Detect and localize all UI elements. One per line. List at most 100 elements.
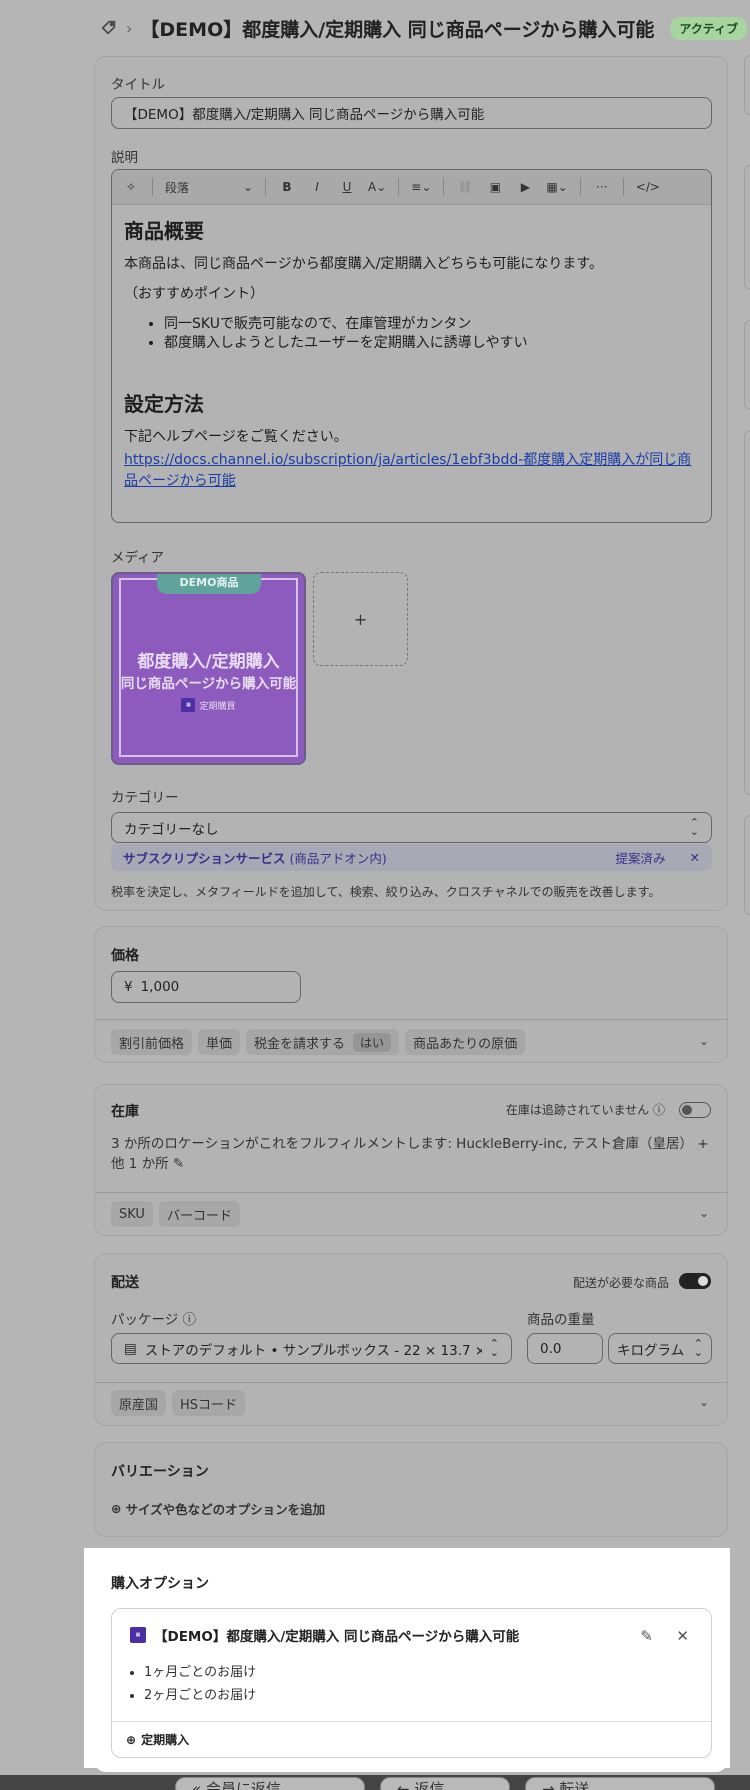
chevron-down-icon: ⌄	[242, 180, 253, 194]
align-icon[interactable]: ≡⌄	[411, 177, 431, 197]
category-suggestion[interactable]: サブスクリプションサービス (商品アドオン内) 提案済み ✕	[111, 844, 712, 871]
purchase-option-group: ▦ 【DEMO】都度購入/定期購入 同じ商品ページから購入可能 ✎ ✕ 1ヶ月ご…	[111, 1608, 712, 1758]
underline-icon[interactable]: U	[338, 177, 356, 197]
code-icon[interactable]: </>	[636, 177, 660, 197]
unit-price-chip[interactable]: 単価	[198, 1029, 241, 1055]
pencil-icon[interactable]: ✎	[640, 1627, 653, 1645]
price-chips: 割引前価格 単価 税金を請求する はい 商品あたりの原価	[111, 1029, 531, 1055]
title-input[interactable]: 【DEMO】都度購入/定期購入 同じ商品ページから購入可能	[111, 97, 712, 129]
ai-sparkle-icon[interactable]: ✧	[122, 177, 140, 197]
text-color-icon[interactable]: A⌄	[368, 177, 386, 197]
price-input[interactable]: ¥1,000	[111, 971, 301, 1003]
country-of-origin-chip[interactable]: 原産国	[111, 1390, 167, 1416]
add-subscription-button[interactable]: ⊕ 定期購入	[126, 1731, 189, 1748]
suggestion-status: 提案済み	[615, 851, 666, 866]
inventory-card: 在庫 在庫は追跡されていません ⓘ 3 か所のロケーションがこれをフルフィルメン…	[94, 1084, 728, 1236]
variants-card: バリエーション ⊕ サイズや色などのオプションを追加	[94, 1442, 728, 1537]
bottom-action-bar: « 会員に返信 ← 返信 → 転送	[0, 1775, 750, 1790]
compare-price-chip[interactable]: 割引前価格	[111, 1029, 193, 1055]
app-logo-icon: ▦	[181, 698, 196, 712]
list-item: 1ヶ月ごとのお届け	[144, 1661, 256, 1684]
category-select[interactable]: カテゴリーなし ⌃ ⌄	[111, 812, 712, 843]
media-label: メディア	[111, 550, 165, 566]
image-icon[interactable]: ▣	[486, 177, 504, 197]
content-paragraph: 下記ヘルプページをご覧ください。	[124, 428, 348, 445]
content-paragraph: （おすすめポイント）	[124, 286, 264, 303]
group-title: 【DEMO】都度購入/定期購入 同じ商品ページから購入可能	[154, 1629, 520, 1645]
link-icon[interactable]: ⛓	[456, 177, 474, 197]
media-caption: 同じ商品ページから購入可能	[120, 676, 297, 692]
cost-per-item-chip[interactable]: 商品あたりの原価	[405, 1029, 526, 1055]
tag-icon[interactable]	[100, 19, 118, 37]
chevron-down-icon[interactable]: ⌄	[699, 1206, 709, 1220]
shipping-card: 配送 配送が必要な商品 パッケージ ⓘ ▤ ストアのデフォルト • サンプルボッ…	[94, 1253, 728, 1426]
editor-content[interactable]: 商品概要 本商品は、同じ商品ページから都度購入/定期購入どちらも可能になります。…	[112, 205, 711, 502]
package-icon: ▤	[124, 1340, 137, 1357]
bold-icon[interactable]: B	[278, 177, 296, 197]
description-editor[interactable]: ✧ 段落 ⌄ B I U A⌄ ≡⌄ ⛓ ▣ ▶ ▦⌄ ··· </> 商品概要 …	[111, 169, 712, 523]
sku-chip[interactable]: SKU	[111, 1201, 153, 1227]
section-title: 購入オプション	[111, 1576, 209, 1592]
media-logo: ▦ 定期購買	[113, 698, 304, 712]
charge-tax-chip[interactable]: 税金を請求する はい	[246, 1029, 400, 1055]
side-card-edge	[744, 55, 750, 115]
list-item: 同一SKUで販売可能なので、在庫管理がカンタン	[164, 315, 699, 335]
package-select[interactable]: ▤ ストアのデフォルト • サンプルボックス - 22 × 13.7 × ⌃ ⌄	[111, 1333, 512, 1364]
italic-icon[interactable]: I	[308, 177, 326, 197]
pencil-icon[interactable]: ✎	[173, 1156, 184, 1172]
track-inventory-toggle[interactable]	[679, 1102, 711, 1118]
select-arrows-icon: ⌃ ⌄	[489, 1336, 499, 1359]
close-icon[interactable]: ✕	[690, 850, 700, 865]
more-icon[interactable]: ···	[593, 177, 611, 197]
info-icon[interactable]: ⓘ	[183, 1312, 197, 1328]
section-title: 在庫	[111, 1104, 139, 1120]
product-details-card: タイトル 【DEMO】都度購入/定期購入 同じ商品ページから購入可能 説明 ✧ …	[94, 56, 728, 911]
hs-code-chip[interactable]: HSコード	[172, 1390, 246, 1416]
purchase-option-list: 1ヶ月ごとのお届け 2ヶ月ごとのお届け	[144, 1661, 256, 1708]
app-logo-icon: ▦	[130, 1627, 146, 1643]
content-bullets: 同一SKUで販売可能なので、在庫管理がカンタン 都度購入しようとしたユーザーを定…	[164, 315, 699, 354]
locations-text: 3 か所のロケーションがこれをフルフィルメントします: HuckleBerry-…	[111, 1136, 709, 1172]
add-option-button[interactable]: ⊕ サイズや色などのオプションを追加	[111, 1499, 325, 1518]
list-item: 都度購入しようとしたユーザーを定期購入に誘導しやすい	[164, 334, 699, 354]
price-card: 価格 ¥1,000 割引前価格 単価 税金を請求する はい 商品あたりの原価 ⌄	[94, 926, 728, 1063]
demo-badge: DEMO商品	[157, 574, 261, 594]
editor-toolbar: ✧ 段落 ⌄ B I U A⌄ ≡⌄ ⛓ ▣ ▶ ▦⌄ ··· </>	[112, 170, 711, 205]
content-heading: 商品概要	[124, 219, 204, 243]
forward-button[interactable]: → 転送	[525, 1777, 715, 1790]
reply-button[interactable]: ← 返信	[380, 1777, 510, 1790]
side-card-edge	[744, 320, 750, 410]
content-heading: 設定方法	[124, 391, 204, 416]
close-icon[interactable]: ✕	[676, 1627, 689, 1645]
video-icon[interactable]: ▶	[516, 177, 534, 197]
help-link[interactable]: https://docs.channel.io/subscription/ja/…	[124, 452, 691, 489]
content-paragraph: 本商品は、同じ商品ページから都度購入/定期購入どちらも可能になります。	[124, 256, 604, 272]
side-card-edge	[744, 815, 750, 915]
chevron-down-icon[interactable]: ⌄	[699, 1034, 709, 1048]
page-header: › 【DEMO】都度購入/定期購入 同じ商品ページから購入可能 アクティブ	[0, 0, 750, 56]
purchase-options-card: 購入オプション ▦ 【DEMO】都度購入/定期購入 同じ商品ページから購入可能 …	[94, 1554, 728, 1772]
reply-all-button[interactable]: « 会員に返信	[175, 1777, 365, 1790]
paragraph-style-select[interactable]: 段落 ⌄	[165, 177, 253, 197]
section-title: バリエーション	[111, 1464, 209, 1480]
description-label: 説明	[111, 150, 138, 166]
weight-unit-select[interactable]: キログラム ⌃ ⌄	[608, 1333, 712, 1364]
status-badge: アクティブ	[670, 16, 748, 40]
barcode-chip[interactable]: バーコード	[158, 1201, 240, 1227]
shipping-required-toggle[interactable]	[679, 1273, 711, 1289]
side-card-edge	[744, 165, 750, 290]
media-thumbnail[interactable]: DEMO商品 都度購入/定期購入 同じ商品ページから購入可能 ▦ 定期購買	[111, 572, 306, 765]
chevron-down-icon[interactable]: ⌄	[699, 1395, 709, 1409]
tax-value: はい	[353, 1032, 392, 1052]
add-media-button[interactable]: +	[313, 572, 408, 666]
select-arrows-icon: ⌃ ⌄	[689, 815, 699, 838]
weight-input[interactable]: 0.0	[527, 1333, 603, 1364]
chevron-right-icon: ›	[126, 18, 133, 38]
section-title: 価格	[111, 948, 139, 964]
info-icon[interactable]: ⓘ	[653, 1103, 665, 1117]
plus-circle-icon: ⊕	[111, 1501, 122, 1516]
side-card-edge	[744, 430, 750, 795]
section-title: 配送	[111, 1275, 139, 1291]
table-icon[interactable]: ▦⌄	[546, 177, 567, 197]
weight-label: 商品の重量	[527, 1312, 595, 1328]
